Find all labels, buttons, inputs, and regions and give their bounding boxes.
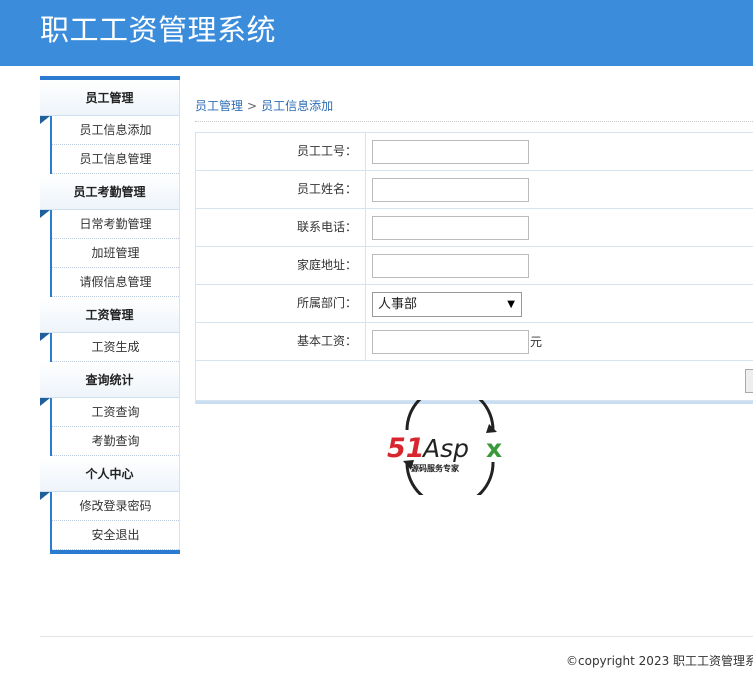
sidebar-bottom-bar [50,550,180,554]
emp-no-label: 员工工号： [196,133,366,170]
form-row-emp-no: 员工工号： [196,133,753,171]
salary-label: 基本工资： [196,323,366,360]
sidebar-item-attendance-query[interactable]: 考勤查询 [52,427,179,456]
sidebar-group-salary[interactable]: 工资管理 [40,297,180,341]
sidebar-item-employee-add[interactable]: 员工信息添加 [52,116,179,145]
emp-no-input[interactable] [372,140,529,164]
sidebar-item-change-password[interactable]: 修改登录密码 [52,492,179,521]
footer-copyright: ©copyright 2023 职工工资管理系统 [566,654,753,668]
sidebar-item-salary-query[interactable]: 工资查询 [52,398,179,427]
footer-divider [40,636,753,637]
svg-text:x: x [486,434,502,463]
sidebar-item-logout[interactable]: 安全退出 [52,521,179,550]
submit-button[interactable] [745,369,753,393]
svg-text:51: 51 [387,433,425,464]
form-row-dept: 所属部门： 人事部 ▼ [196,285,753,323]
salary-unit: 元 [530,335,543,349]
sidebar-item-overtime[interactable]: 加班管理 [52,239,179,268]
sidebar-group-personal[interactable]: 个人中心 [40,456,180,500]
breadcrumb: 员工管理 > 员工信息添加 [195,98,753,122]
corner-decoration-icon [40,333,50,341]
svg-text:源码服务专家: 源码服务专家 [411,463,460,473]
brand-logo: 51 Asp x 源码服务专家 [385,385,515,508]
app-header: 职工工资管理系统 [0,0,753,66]
svg-text:Asp: Asp [421,434,469,463]
breadcrumb-separator: > [247,99,258,113]
dept-select-value: 人事部 [378,297,418,312]
sidebar-group-attendance[interactable]: 员工考勤管理 [40,174,180,218]
form-row-actions [196,361,753,401]
sidebar-group-label: 员工管理 [85,91,134,105]
sidebar-group-label: 查询统计 [85,373,134,387]
sidebar-group-label: 个人中心 [85,467,134,481]
sidebar-item-leave[interactable]: 请假信息管理 [52,268,179,297]
breadcrumb-parent[interactable]: 员工管理 [195,99,243,113]
sidebar-item-daily-attendance[interactable]: 日常考勤管理 [52,210,179,239]
address-input[interactable] [372,254,529,278]
sidebar-group-items: 员工信息添加 员工信息管理 [50,116,180,174]
corner-decoration-icon [40,116,50,124]
sidebar-item-salary-generate[interactable]: 工资生成 [52,333,179,362]
sidebar-group-items: 工资查询 考勤查询 [50,398,180,456]
sidebar-group-label: 员工考勤管理 [73,185,146,199]
corner-decoration-icon [40,492,50,500]
employee-form: 员工工号： 员工姓名： 联系电话： 家庭地址： 所属部门： 人事部 ▼ 基本工资… [195,132,753,404]
emp-name-input[interactable] [372,178,529,202]
sidebar-group-items: 修改登录密码 安全退出 [50,492,180,550]
phone-label: 联系电话： [196,209,366,246]
sidebar-item-employee-manage[interactable]: 员工信息管理 [52,145,179,174]
dropdown-arrow-icon: ▼ [507,299,515,310]
brand-logo-icon: 51 Asp x 源码服务专家 [387,385,502,508]
corner-decoration-icon [40,398,50,406]
dept-select[interactable]: 人事部 ▼ [372,292,522,317]
sidebar: 员工管理 员工信息添加 员工信息管理 员工考勤管理 日常考勤管理 加班管理 请假… [40,76,180,554]
form-row-salary: 基本工资： 元 [196,323,753,361]
address-label: 家庭地址： [196,247,366,284]
sidebar-group-employee[interactable]: 员工管理 [40,80,180,124]
sidebar-group-items: 日常考勤管理 加班管理 请假信息管理 [50,210,180,297]
app-title: 职工工资管理系统 [40,13,277,47]
form-row-address: 家庭地址： [196,247,753,285]
sidebar-group-items: 工资生成 [50,333,180,362]
emp-name-label: 员工姓名： [196,171,366,208]
form-row-emp-name: 员工姓名： [196,171,753,209]
dept-label: 所属部门： [196,285,366,322]
corner-decoration-icon [40,210,50,218]
breadcrumb-current: 员工信息添加 [261,99,334,113]
phone-input[interactable] [372,216,529,240]
sidebar-group-label: 工资管理 [85,308,134,322]
sidebar-group-query[interactable]: 查询统计 [40,362,180,406]
salary-input[interactable] [372,330,529,354]
form-row-phone: 联系电话： [196,209,753,247]
